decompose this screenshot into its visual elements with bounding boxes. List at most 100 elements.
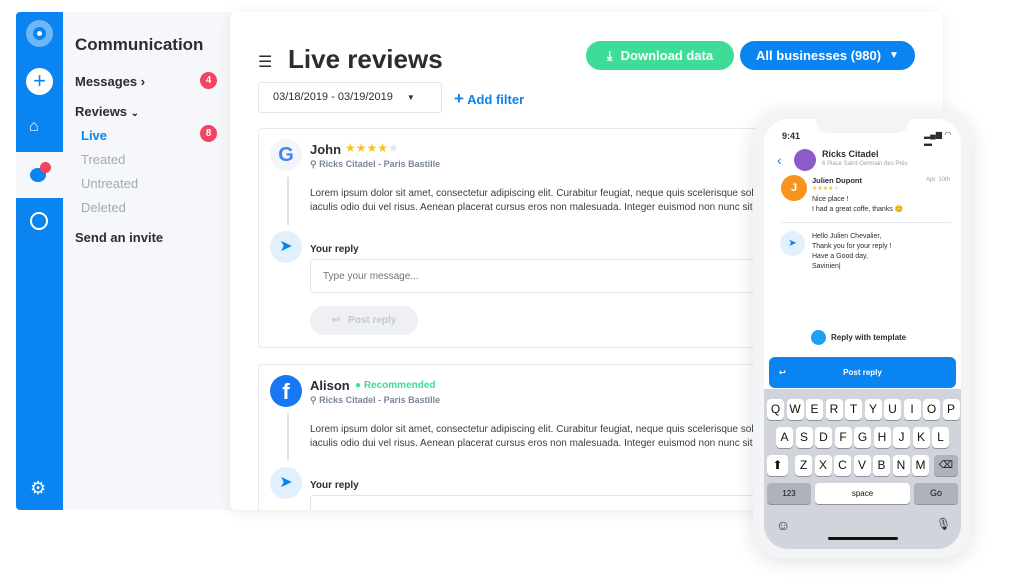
key-p[interactable]: P bbox=[942, 399, 960, 420]
key-n[interactable]: N bbox=[892, 455, 910, 476]
send-icon: ➤ bbox=[780, 231, 805, 256]
key-u[interactable]: U bbox=[884, 399, 901, 420]
key-r[interactable]: R bbox=[825, 399, 843, 420]
location-text: Ricks Citadel - Paris Bastille bbox=[319, 395, 441, 405]
shift-key[interactable]: ⬆ bbox=[767, 455, 788, 476]
star-rating: ★★★★★ bbox=[812, 186, 839, 192]
key-e[interactable]: E bbox=[806, 399, 823, 420]
reply-line: Hello Julien Chevalier, bbox=[812, 233, 882, 240]
review-line: Lorem ipsum dolor sit amet, consectetur … bbox=[310, 424, 790, 435]
phone-screen: 9:41 ▂▄▆ ◠ ▬ ‹ Ricks Citadel 6 Place Sai… bbox=[764, 119, 961, 549]
recommended-badge: ● Recommended bbox=[355, 380, 436, 391]
download-label: Download data bbox=[620, 48, 714, 63]
reviewer-name: John bbox=[310, 142, 342, 157]
sidebar-item-treated[interactable]: Treated bbox=[81, 152, 125, 167]
sidebar-item-deleted[interactable]: Deleted bbox=[81, 200, 126, 215]
key-a[interactable]: A bbox=[776, 427, 793, 448]
key-v[interactable]: V bbox=[853, 455, 871, 476]
sidebar-title: Communication bbox=[75, 35, 204, 54]
template-icon bbox=[811, 330, 826, 345]
review-line: iaculis odio dui vel risus. Aenean place… bbox=[310, 202, 796, 213]
reply-icon: ↩ bbox=[331, 315, 341, 326]
plus-icon: + bbox=[454, 89, 464, 108]
key-g[interactable]: G bbox=[854, 427, 871, 448]
key-x[interactable]: X bbox=[814, 455, 832, 476]
star-rating: ★★★★★ bbox=[345, 141, 399, 155]
menu-icon[interactable]: ☰ bbox=[258, 52, 272, 72]
live-badge: 8 bbox=[200, 125, 217, 142]
sidebar-item-send-invite[interactable]: Send an invite bbox=[75, 230, 163, 245]
reply-line: Thank you for your reply ! bbox=[812, 243, 892, 250]
add-button[interactable]: + bbox=[26, 68, 53, 95]
caret-down-icon: ▼ bbox=[889, 50, 899, 61]
location: ⚲ Ricks Citadel - Paris Bastille bbox=[310, 159, 440, 170]
emoji-icon[interactable]: ☺ bbox=[776, 517, 790, 533]
key-f[interactable]: F bbox=[834, 427, 852, 448]
key-i[interactable]: I bbox=[903, 399, 921, 420]
reply-line: Savinien| bbox=[812, 263, 841, 270]
sidebar-item-live[interactable]: Live bbox=[81, 128, 107, 143]
page-title: Live reviews bbox=[288, 44, 443, 74]
reply-label: Your reply bbox=[310, 480, 359, 491]
key-123[interactable]: 123 bbox=[767, 483, 811, 504]
caret-down-icon: ▼ bbox=[406, 93, 415, 102]
post-reply-button[interactable]: ↩ Post reply bbox=[769, 357, 956, 388]
pin-icon: ⚲ bbox=[310, 395, 317, 405]
key-y[interactable]: Y bbox=[864, 399, 882, 420]
reply-input[interactable] bbox=[310, 259, 780, 293]
messages-label: Messages bbox=[75, 74, 138, 89]
key-o[interactable]: O bbox=[923, 399, 940, 420]
businesses-label: All businesses (980) bbox=[756, 48, 882, 63]
business-name: Ricks Citadel bbox=[822, 149, 879, 159]
key-t[interactable]: T bbox=[845, 399, 862, 420]
date-range-select[interactable]: 03/18/2019 - 03/19/2019 ▼ bbox=[258, 82, 442, 113]
post-reply-button[interactable]: ↩ Post reply bbox=[310, 306, 418, 335]
key-s[interactable]: S bbox=[795, 427, 813, 448]
store-icon[interactable]: ⌂ bbox=[29, 118, 39, 136]
key-go[interactable]: Go bbox=[914, 483, 958, 504]
add-filter-label: Add filter bbox=[467, 92, 525, 107]
chat-icon[interactable] bbox=[16, 152, 63, 198]
phone-notch bbox=[816, 119, 909, 133]
reviews-label: Reviews bbox=[75, 104, 128, 119]
key-h[interactable]: H bbox=[873, 427, 891, 448]
messages-badge: 4 bbox=[200, 72, 217, 89]
download-button[interactable]: ⤓ Download data bbox=[586, 41, 734, 70]
review-date: Apr. 10th bbox=[926, 177, 951, 183]
reply-input[interactable] bbox=[310, 495, 780, 510]
key-space[interactable]: space bbox=[815, 483, 910, 504]
sidebar-item-reviews[interactable]: Reviews ⌄ bbox=[75, 104, 139, 119]
review-line: I had a great coffe, thanks 😊 bbox=[812, 206, 904, 213]
key-k[interactable]: K bbox=[912, 427, 930, 448]
template-label: Reply with template bbox=[831, 333, 907, 342]
reviewer-avatar: J bbox=[781, 175, 807, 201]
key-z[interactable]: Z bbox=[795, 455, 812, 476]
microphone-icon[interactable]: 🎙 bbox=[936, 517, 951, 531]
key-d[interactable]: D bbox=[815, 427, 832, 448]
reply-line: Have a Good day, bbox=[812, 253, 868, 260]
sidebar-item-messages[interactable]: Messages › bbox=[75, 74, 145, 89]
analytics-icon[interactable] bbox=[30, 212, 48, 230]
reply-draft[interactable]: Hello Julien Chevalier, Thank you for you… bbox=[812, 232, 891, 272]
key-c[interactable]: C bbox=[834, 455, 851, 476]
backspace-key[interactable]: ⌫ bbox=[934, 455, 958, 476]
add-filter-link[interactable]: + Add filter bbox=[454, 89, 524, 109]
key-q[interactable]: Q bbox=[767, 399, 784, 420]
location: ⚲ Ricks Citadel - Paris Bastille bbox=[310, 395, 440, 406]
businesses-dropdown[interactable]: All businesses (980) ▼ bbox=[740, 41, 915, 70]
gear-icon[interactable]: ⚙ bbox=[30, 478, 46, 499]
key-l[interactable]: L bbox=[932, 427, 949, 448]
pin-icon: ⚲ bbox=[310, 159, 317, 169]
key-j[interactable]: J bbox=[893, 427, 910, 448]
sidebar-item-untreated[interactable]: Untreated bbox=[81, 176, 138, 191]
badge-text: Recommended bbox=[363, 380, 436, 391]
back-icon[interactable]: ‹ bbox=[777, 152, 782, 168]
divider bbox=[781, 222, 951, 223]
home-indicator bbox=[828, 537, 898, 540]
key-w[interactable]: W bbox=[786, 399, 804, 420]
review-line: Nice place ! bbox=[812, 196, 849, 203]
key-b[interactable]: B bbox=[873, 455, 890, 476]
key-m[interactable]: M bbox=[912, 455, 929, 476]
review-text: Lorem ipsum dolor sit amet, consectetur … bbox=[310, 423, 796, 451]
reply-template-button[interactable]: Reply with template bbox=[811, 330, 906, 345]
